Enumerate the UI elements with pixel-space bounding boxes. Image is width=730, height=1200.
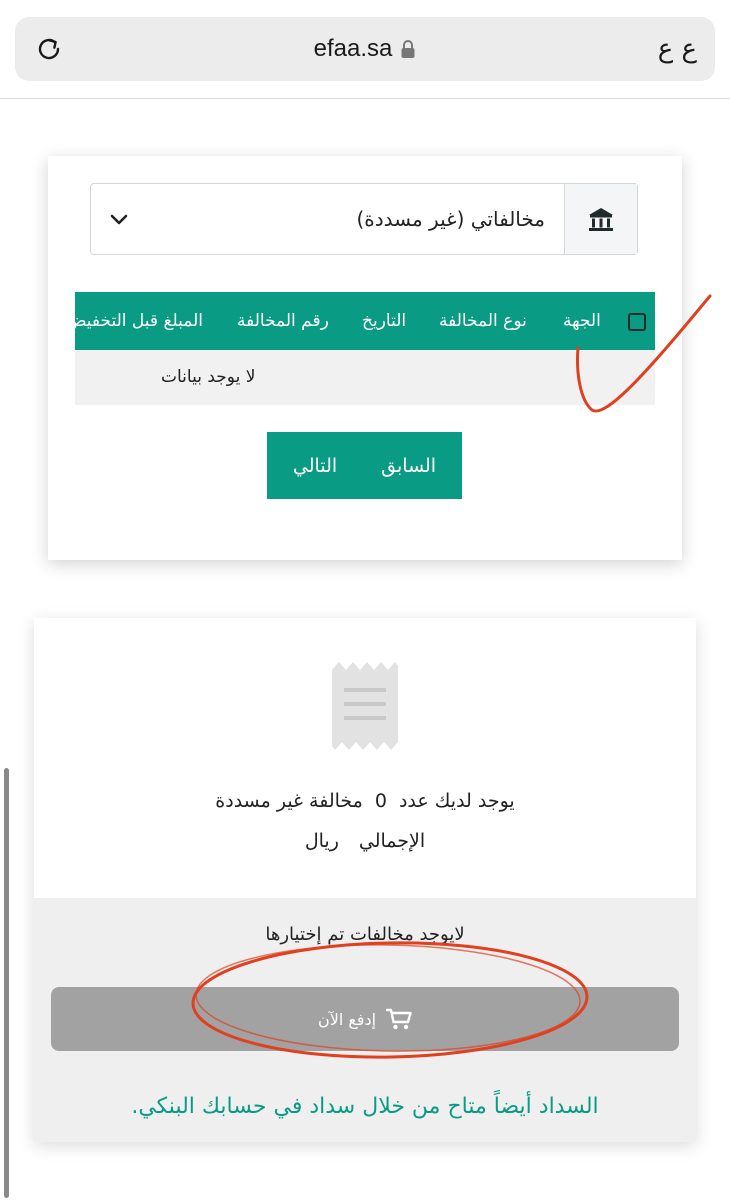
select-value: مخالفاتي (غير مسددة) — [356, 207, 545, 231]
unpaid-count-value: 0 — [374, 790, 387, 812]
violation-filter-select[interactable]: مخالفاتي (غير مسددة) — [90, 183, 638, 255]
bank-icon — [589, 208, 613, 231]
chevron-down-icon — [110, 214, 128, 225]
lock-icon — [401, 40, 415, 58]
next-page-button[interactable]: التالي — [293, 455, 337, 477]
page-scrollbar[interactable] — [4, 768, 9, 1198]
address-bar[interactable]: efaa.sa ع ع — [15, 17, 715, 81]
column-header-violation-type[interactable]: نوع المخالفة — [439, 292, 527, 350]
payment-footer: لايوجد مخالفات تم إختيارها إدفع الآن الس… — [34, 898, 696, 1142]
table-header-row: الجهة نوع المخالفة التاريخ رقم المخالفة … — [75, 292, 655, 350]
select-icon-box — [564, 184, 637, 254]
column-header-amount-before-discount[interactable]: المبلغ قبل التخفيض — [75, 292, 203, 350]
pagination: السابق التالي — [267, 432, 462, 499]
pay-now-label: إدفع الآن — [317, 1009, 377, 1029]
receipt-icon — [332, 662, 398, 750]
violations-card: مخالفاتي (غير مسددة) الجهة نوع المخالفة … — [48, 156, 682, 560]
violations-table: الجهة نوع المخالفة التاريخ رقم المخالفة … — [75, 292, 655, 405]
no-selection-message: لايوجد مخالفات تم إختيارها — [265, 924, 465, 945]
count-suffix: مخالفة غير مسددة — [215, 790, 363, 812]
total-label: الإجمالي — [358, 830, 426, 852]
bank-payment-note: السداد أيضاً متاح من خلال سداد في حسابك … — [131, 1094, 599, 1119]
payment-summary-card: يوجد لديك عدد 0 مخالفة غير مسددة الإجمالي ر… — [34, 618, 696, 1142]
unpaid-count-line: يوجد لديك عدد 0 مخالفة غير مسددة — [34, 790, 696, 812]
cart-icon — [386, 1008, 412, 1030]
empty-table-message: لا يوجد بيانات — [161, 367, 256, 387]
column-header-violation-number[interactable]: رقم المخالفة — [237, 292, 329, 350]
total-currency: ريال — [304, 830, 339, 852]
table-row: لا يوجد بيانات — [75, 350, 655, 405]
previous-page-button[interactable]: السابق — [381, 455, 436, 477]
url-text[interactable]: efaa.sa — [314, 35, 393, 63]
count-prefix: يوجد لديك عدد — [398, 790, 515, 812]
text-size-button[interactable]: ع ع — [658, 17, 697, 81]
total-line: الإجمالي ريال — [34, 830, 696, 852]
column-header-date[interactable]: التاريخ — [362, 292, 406, 350]
select-all-checkbox[interactable] — [628, 313, 646, 331]
pay-now-button[interactable]: إدفع الآن — [51, 987, 679, 1051]
browser-toolbar: efaa.sa ع ع — [0, 0, 730, 99]
column-header-authority[interactable]: الجهة — [563, 292, 601, 350]
